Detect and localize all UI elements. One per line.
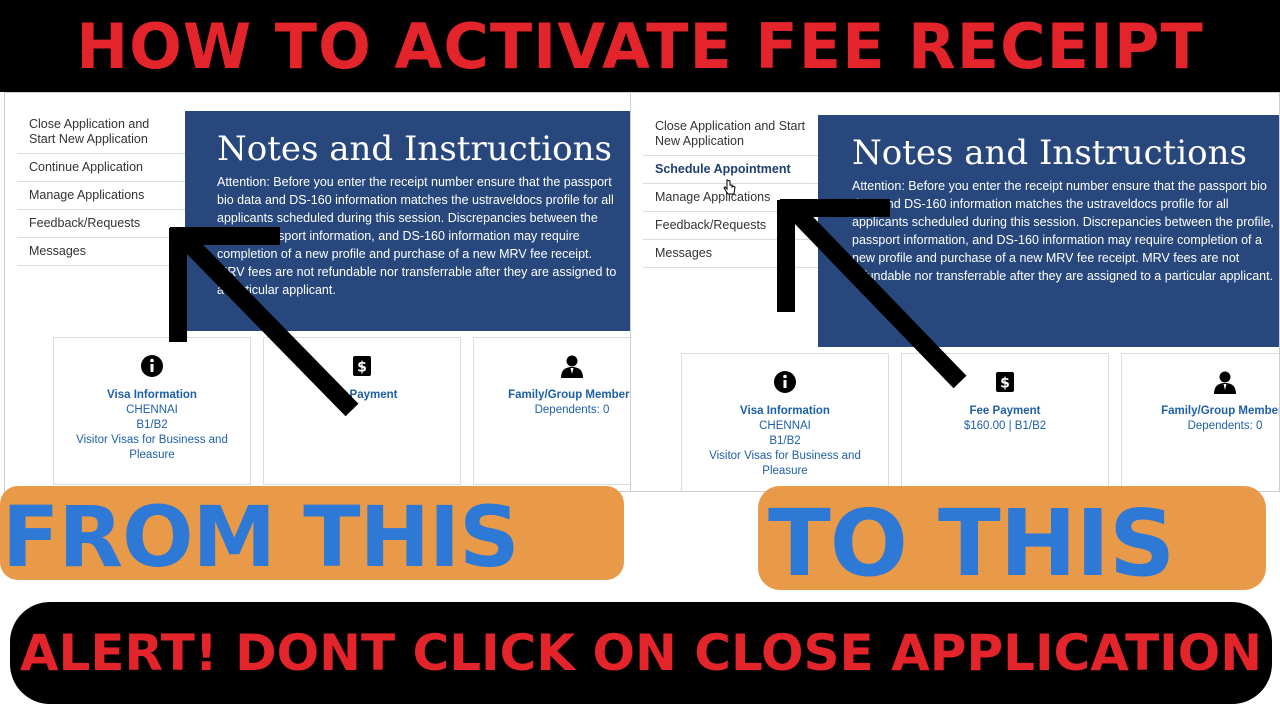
fee-amount: $160.00 | B1/B2 xyxy=(963,420,1047,432)
fee-payment-card[interactable]: $ Fee Payment xyxy=(263,337,461,485)
visa-post: CHENNAI xyxy=(759,420,811,432)
to-this-label: TO THIS xyxy=(758,486,1266,597)
fee-payment-card[interactable]: $ Fee Payment $160.00 | B1/B2 xyxy=(901,353,1109,491)
from-this-text: FROM THIS xyxy=(2,488,520,586)
menu-item-close-application[interactable]: Close Application and Start New Applicat… xyxy=(643,113,819,156)
from-this-label: FROM THIS xyxy=(0,486,624,586)
info-circle-icon xyxy=(773,370,797,394)
person-icon xyxy=(560,354,584,378)
svg-text:$: $ xyxy=(357,360,367,376)
menu-item-close-application[interactable]: Close Application and Start New Applicat… xyxy=(17,111,185,154)
fee-payment-title[interactable]: Fee Payment xyxy=(902,404,1108,419)
visa-information-title[interactable]: Visa Information xyxy=(54,388,250,403)
dollar-icon: $ xyxy=(993,370,1017,394)
notes-title: Notes and Instructions xyxy=(852,133,1247,173)
summary-cards: Visa Information CHENNAI B1/B2 Visitor V… xyxy=(53,337,631,485)
headline-banner: HOW TO ACTIVATE FEE RECEIPT xyxy=(0,0,1280,92)
headline-text: HOW TO ACTIVATE FEE RECEIPT xyxy=(76,9,1204,83)
menu-item-feedback-requests[interactable]: Feedback/Requests xyxy=(643,212,819,240)
dollar-icon: $ xyxy=(350,354,374,378)
menu-item-messages[interactable]: Messages xyxy=(643,240,819,268)
visa-post: CHENNAI xyxy=(126,404,178,416)
dependents-count: Dependents: 0 xyxy=(534,404,610,416)
side-menu: Close Application and Start New Applicat… xyxy=(17,111,185,266)
person-icon xyxy=(1213,370,1237,394)
menu-item-continue-application[interactable]: Continue Application xyxy=(17,154,185,182)
notes-panel: Notes and Instructions Attention: Before… xyxy=(818,115,1279,347)
mouse-pointer-icon xyxy=(723,179,736,195)
info-circle-icon xyxy=(140,354,164,378)
family-group-card[interactable]: Family/Group Members Dependents: 0 xyxy=(1121,353,1279,491)
visa-description: Visitor Visas for Business and Pleasure xyxy=(709,450,861,477)
visa-information-title[interactable]: Visa Information xyxy=(682,404,888,419)
svg-text:$: $ xyxy=(1000,376,1010,392)
visa-information-card[interactable]: Visa Information CHENNAI B1/B2 Visitor V… xyxy=(53,337,251,485)
notes-title: Notes and Instructions xyxy=(217,129,612,169)
visa-class: B1/B2 xyxy=(136,419,168,431)
to-this-text: TO THIS xyxy=(768,490,1175,597)
summary-cards: Visa Information CHENNAI B1/B2 Visitor V… xyxy=(681,353,1279,491)
family-group-title[interactable]: Family/Group Members xyxy=(474,388,631,403)
before-screenshot: Close Application and Start New Applicat… xyxy=(4,92,632,492)
alert-text: ALERT! DONT CLICK ON CLOSE APPLICATION xyxy=(19,624,1263,682)
dependents-count: Dependents: 0 xyxy=(1187,420,1263,432)
visa-description: Visitor Visas for Business and Pleasure xyxy=(76,434,228,461)
fee-payment-title[interactable]: Fee Payment xyxy=(264,388,460,403)
notes-panel: Notes and Instructions Attention: Before… xyxy=(185,111,631,331)
after-screenshot: Close Application and Start New Applicat… xyxy=(630,92,1280,492)
notes-text: Attention: Before you enter the receipt … xyxy=(217,175,617,297)
menu-item-messages[interactable]: Messages xyxy=(17,238,185,266)
alert-banner: ALERT! DONT CLICK ON CLOSE APPLICATION xyxy=(10,602,1272,704)
menu-item-manage-applications[interactable]: Manage Applications xyxy=(17,182,185,210)
menu-item-feedback-requests[interactable]: Feedback/Requests xyxy=(17,210,185,238)
notes-text: Attention: Before you enter the receipt … xyxy=(852,179,1274,283)
visa-information-card[interactable]: Visa Information CHENNAI B1/B2 Visitor V… xyxy=(681,353,889,491)
family-group-title[interactable]: Family/Group Members xyxy=(1122,404,1279,419)
visa-class: B1/B2 xyxy=(769,435,801,447)
family-group-card[interactable]: Family/Group Members Dependents: 0 xyxy=(473,337,631,485)
